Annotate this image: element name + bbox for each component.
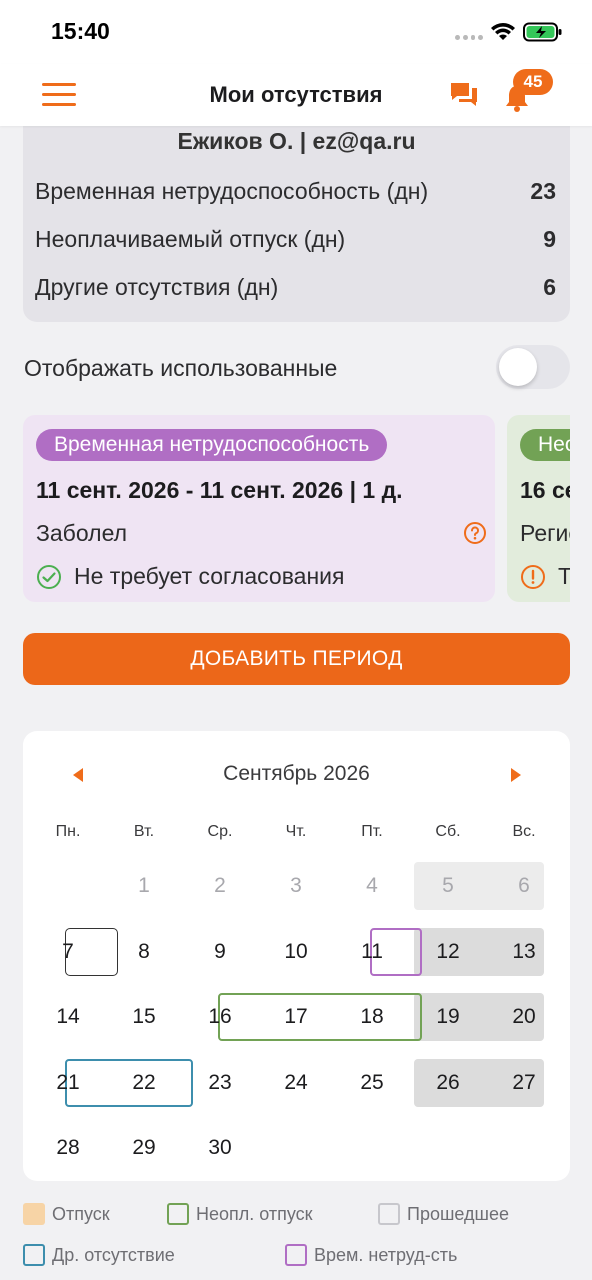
weekday-label: Чт. bbox=[285, 823, 307, 840]
absence-status: Не требует согласования bbox=[36, 563, 344, 590]
absence-dates: 16 сент. 2026 - 18 сент. 2026 | 3 д. bbox=[520, 477, 570, 503]
legend-label: Прошедшее bbox=[407, 1203, 509, 1224]
status-bar: 15:40 bbox=[0, 0, 592, 64]
toggle-knob bbox=[499, 348, 537, 386]
calendar-day[interactable]: 18 bbox=[334, 993, 410, 1041]
summary-value: 23 bbox=[530, 178, 556, 204]
summary-label: Неоплачиваемый отпуск (дн) bbox=[35, 226, 346, 252]
legend-label: Др. отсутствие bbox=[52, 1244, 175, 1265]
legend-swatch bbox=[23, 1244, 45, 1266]
calendar-day[interactable]: 11 bbox=[334, 928, 410, 976]
legend-swatch bbox=[167, 1203, 189, 1225]
absence-card[interactable]: Неоплачиваемый отпуск 16 сент. 2026 - 18… bbox=[507, 415, 570, 602]
warning-circle-icon bbox=[521, 564, 545, 589]
calendar-day[interactable]: 28 bbox=[30, 1124, 106, 1172]
cellular-signal-icon bbox=[455, 35, 483, 41]
chat-icon[interactable] bbox=[449, 81, 479, 109]
calendar-day[interactable]: 9 bbox=[182, 928, 258, 976]
calendar-day[interactable]: 6 bbox=[486, 862, 562, 910]
calendar-day[interactable]: 30 bbox=[182, 1124, 258, 1172]
weekday-label: Ср. bbox=[207, 823, 233, 840]
legend-label: Отпуск bbox=[52, 1203, 110, 1224]
calendar-day[interactable]: 25 bbox=[334, 1059, 410, 1107]
absence-reason: Регистрация bbox=[520, 520, 570, 546]
absence-summary-card: Ежиков О. | ez@qa.ru Временная нетрудосп… bbox=[23, 108, 570, 322]
calendar-day[interactable]: 21 bbox=[30, 1059, 106, 1107]
notification-count-badge[interactable]: 45 bbox=[513, 69, 553, 95]
calendar: Сентябрь 2026 Пн. Вт. Ср. Чт. Пт. Сб. Вс. 1234… bbox=[23, 731, 570, 1181]
calendar-day[interactable]: 22 bbox=[106, 1059, 182, 1107]
wifi-icon bbox=[491, 23, 515, 40]
absence-reason: Заболел bbox=[36, 520, 128, 546]
calendar-day[interactable]: 7 bbox=[30, 928, 106, 976]
show-used-toggle[interactable] bbox=[496, 345, 570, 389]
summary-label: Временная нетрудоспособность (дн) bbox=[35, 178, 429, 204]
calendar-day[interactable]: 12 bbox=[410, 928, 486, 976]
summary-row: Другие отсутствия (дн) 6 bbox=[35, 274, 556, 308]
absence-status: Требует согласования bbox=[520, 563, 570, 590]
calendar-day[interactable]: 20 bbox=[486, 993, 562, 1041]
summary-value: 9 bbox=[543, 226, 556, 252]
check-circle-icon bbox=[37, 564, 61, 589]
calendar-day[interactable]: 3 bbox=[258, 862, 334, 910]
legend-label: Неопл. отпуск bbox=[196, 1203, 313, 1224]
calendar-day[interactable]: 15 bbox=[106, 993, 182, 1041]
calendar-month-label: Сентябрь 2026 bbox=[223, 762, 370, 785]
calendar-day[interactable]: 2 bbox=[182, 862, 258, 910]
status-time: 15:40 bbox=[51, 18, 110, 44]
legend-swatch bbox=[285, 1244, 307, 1266]
calendar-day[interactable]: 4 bbox=[334, 862, 410, 910]
legend-item: Др. отсутствие bbox=[23, 1244, 175, 1266]
calendar-day[interactable]: 10 bbox=[258, 928, 334, 976]
add-period-button[interactable]: ДОБАВИТЬ ПЕРИОД bbox=[23, 633, 570, 685]
calendar-day[interactable]: 17 bbox=[258, 993, 334, 1041]
summary-user: Ежиков О. | ez@qa.ru bbox=[177, 128, 416, 154]
absence-cards-carousel[interactable]: Временная нетрудоспособность 11 сент. 20… bbox=[23, 415, 570, 602]
legend-swatch bbox=[23, 1203, 45, 1225]
calendar-day[interactable]: 27 bbox=[486, 1059, 562, 1107]
legend-label: Врем. нетруд-сть bbox=[314, 1244, 458, 1265]
weekday-label: Вт. bbox=[133, 823, 155, 840]
calendar-day[interactable]: 16 bbox=[182, 993, 258, 1041]
help-question-icon[interactable] bbox=[463, 521, 487, 545]
app-header: Мои отсутствия 45 bbox=[0, 64, 592, 126]
summary-row: Неоплачиваемый отпуск (дн) 9 bbox=[35, 226, 556, 260]
weekday-label: Сб. bbox=[435, 823, 461, 840]
calendar-day[interactable]: 5 bbox=[410, 862, 486, 910]
summary-value: 6 bbox=[543, 274, 556, 300]
calendar-weekdays: Пн. Вт. Ср. Чт. Пт. Сб. Вс. bbox=[23, 823, 570, 843]
summary-row: Временная нетрудоспособность (дн) 23 bbox=[35, 178, 556, 212]
legend-item: Прошедшее bbox=[378, 1203, 509, 1225]
absence-status-text: Не требует согласования bbox=[74, 563, 345, 589]
calendar-day[interactable]: 13 bbox=[486, 928, 562, 976]
calendar-day[interactable]: 26 bbox=[410, 1059, 486, 1107]
next-month-arrow-icon[interactable] bbox=[509, 767, 523, 783]
calendar-day[interactable]: 1 bbox=[106, 862, 182, 910]
summary-label: Другие отсутствия (дн) bbox=[35, 274, 279, 300]
absence-type-tag: Временная нетрудоспособность bbox=[36, 429, 388, 461]
battery-charging-icon bbox=[523, 22, 562, 42]
calendar-day[interactable]: 8 bbox=[106, 928, 182, 976]
legend-swatch bbox=[378, 1203, 400, 1225]
calendar-day[interactable]: 14 bbox=[30, 993, 106, 1041]
weekday-label: Пт. bbox=[361, 823, 383, 840]
show-used-label: Отображать использованные bbox=[24, 355, 338, 381]
absence-status-text: Требует согласования bbox=[558, 563, 570, 589]
absence-dates: 11 сент. 2026 - 11 сент. 2026 | 1 д. bbox=[36, 477, 403, 503]
calendar-day[interactable]: 24 bbox=[258, 1059, 334, 1107]
legend-item: Неопл. отпуск bbox=[167, 1203, 313, 1225]
calendar-day[interactable]: 19 bbox=[410, 993, 486, 1041]
weekday-label: Пн. bbox=[55, 823, 81, 840]
legend-item: Врем. нетруд-сть bbox=[285, 1244, 457, 1266]
legend-item: Отпуск bbox=[23, 1203, 110, 1225]
calendar-day[interactable]: 23 bbox=[182, 1059, 258, 1107]
absence-card[interactable]: Временная нетрудоспособность 11 сент. 20… bbox=[23, 415, 495, 602]
weekday-label: Вс. bbox=[512, 823, 536, 840]
absence-type-tag: Неоплачиваемый отпуск bbox=[520, 429, 570, 461]
calendar-day[interactable]: 29 bbox=[106, 1124, 182, 1172]
